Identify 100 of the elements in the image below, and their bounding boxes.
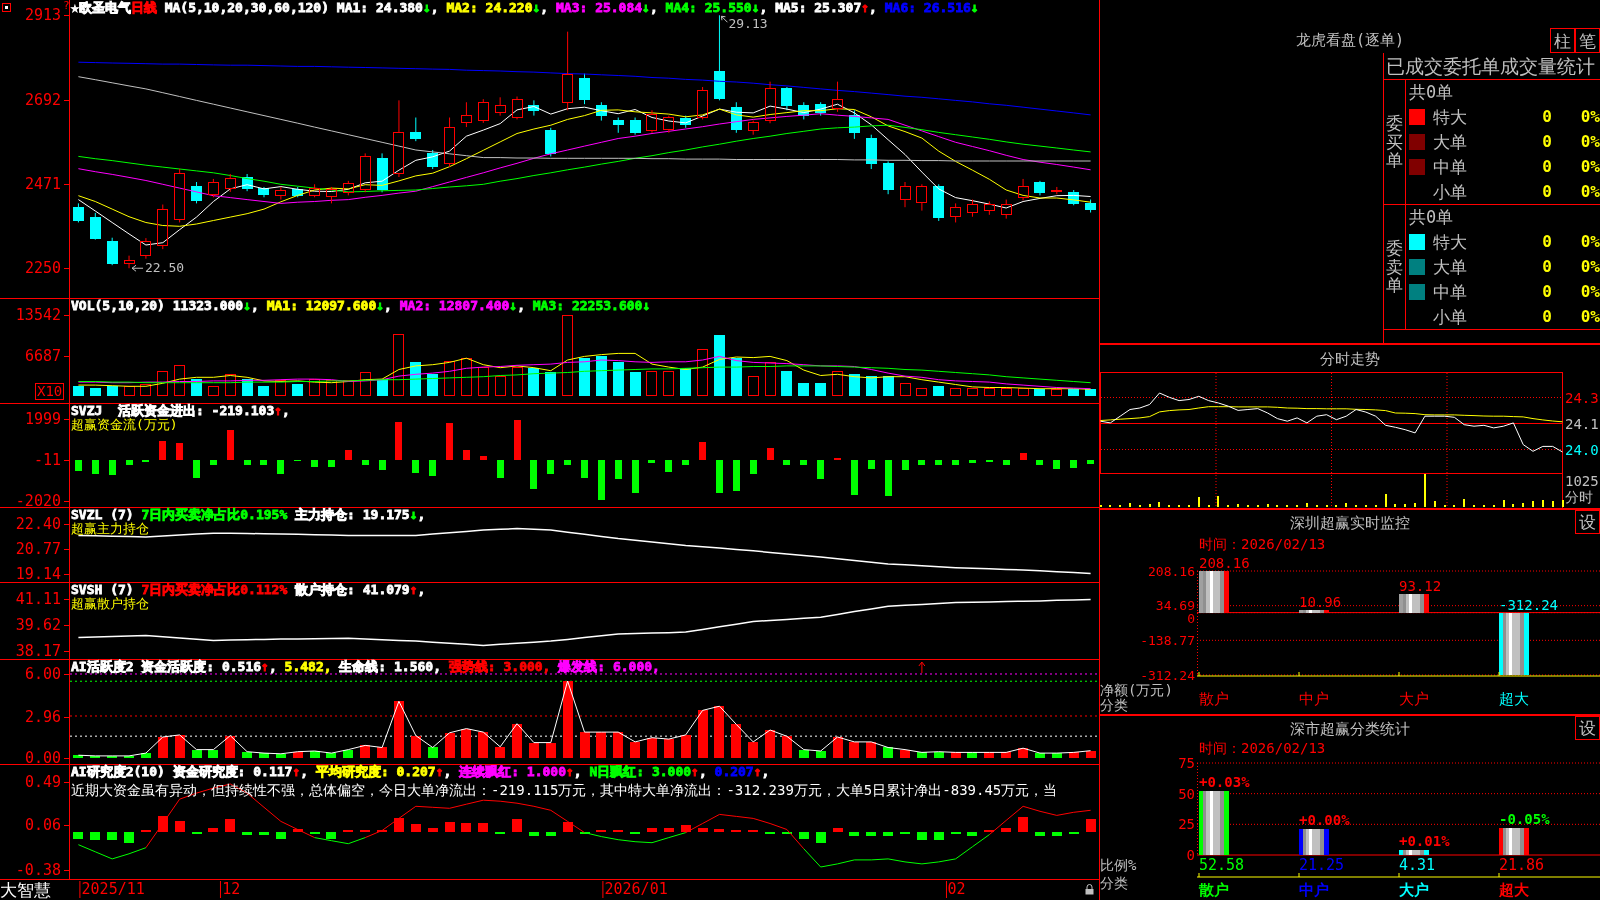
volume-caption: 分时: [1565, 489, 1593, 506]
axis-tick-label: 38.17: [15, 643, 61, 660]
axis-tick-label: 2692: [24, 91, 61, 108]
change-label: +0.03%: [1199, 773, 1250, 790]
order-share: 0%: [1580, 231, 1600, 252]
axis-tick-label: 34.69: [1155, 598, 1195, 614]
legend-item: 连续飘红: 1.000: [459, 765, 566, 779]
value-label: 93.12: [1399, 578, 1442, 594]
axis-tick-label: 2.96: [24, 708, 61, 725]
change-label: +0.00%: [1299, 811, 1350, 828]
legend-item: ↑: [261, 660, 269, 674]
value-label: 10.96: [1299, 594, 1342, 611]
axis-tick-label: 208.16: [1148, 563, 1195, 579]
chart-title: 分时走势: [1320, 349, 1380, 368]
legend-item: ,: [759, 1, 769, 15]
order-size-label: 特大: [1433, 106, 1467, 127]
legend-item: ↓: [642, 299, 651, 313]
axis-tick-label: 0: [1187, 611, 1195, 627]
axis-tick-label: 0.06: [24, 817, 61, 834]
axis-tick-label: -0.38: [15, 862, 61, 878]
order-share: 0%: [1580, 306, 1600, 327]
order-total: 共0单: [1409, 205, 1454, 229]
legend-item: ↓: [243, 299, 251, 313]
date-label: 12: [220, 881, 241, 898]
order-count: 0: [1542, 231, 1552, 252]
indicator-subtitle: 超赢资金流(万元): [71, 418, 178, 432]
order-count: 0: [1542, 181, 1552, 202]
axis-tick-label: 25: [1178, 816, 1195, 833]
axis-tick-label: 1999: [24, 411, 61, 427]
legend-item: ↓: [376, 299, 385, 313]
legend-item: MA4: 25.550: [665, 1, 752, 15]
legend-item: ,: [869, 1, 878, 15]
axis-tick-label: 6.00: [24, 666, 61, 682]
date-label: 2026/01: [602, 881, 668, 898]
order-size-label: 中单: [1433, 156, 1467, 177]
axis-tick-label: 2913: [24, 7, 61, 24]
legend-item: ↓: [642, 1, 650, 15]
legend-item: ,: [384, 299, 393, 313]
order-count: 0: [1542, 131, 1552, 152]
legend-item: ,: [430, 1, 440, 15]
legend-item: ↓: [422, 1, 431, 15]
order-size-label: 大单: [1433, 131, 1467, 152]
legend-item: ,: [282, 404, 290, 418]
legend-item: 日线: [130, 1, 157, 15]
axis-tick-label: 0.49: [24, 774, 61, 790]
order-count: 0: [1542, 156, 1552, 177]
category-label: 中户: [1299, 881, 1329, 899]
legend-item: 强势线: 3.000,: [447, 660, 551, 674]
legend-item: ↓: [970, 1, 979, 15]
axis-title: 比例%: [1100, 857, 1137, 873]
chart-title: 深圳超赢实时监控: [1290, 513, 1410, 532]
legend-item: ,: [761, 765, 770, 779]
order-share: 0%: [1580, 106, 1600, 127]
legend-item: MA2: 12807.400: [399, 299, 510, 313]
price-scale-label: 24.0: [1565, 442, 1599, 458]
axis-tick-label: 2250: [24, 260, 61, 277]
value-label: 4.31: [1399, 856, 1436, 874]
category-label: 超大: [1499, 881, 1529, 899]
indicator-subtitle: 超赢主力持仓: [71, 522, 149, 536]
legend-item: ↑: [409, 583, 418, 597]
order-share: 0%: [1580, 281, 1600, 302]
low-price-label: 22.50: [131, 260, 185, 276]
legend-item: AI活跃度2 资金活跃度: 0.516: [71, 660, 262, 674]
legend-item: MA3: 25.084: [556, 1, 643, 15]
timestamp-label: 时间：2026/02/13: [1199, 537, 1326, 551]
legend-item: VOL(5,10,20) 11323.000: [71, 299, 244, 313]
order-share: 0%: [1580, 131, 1600, 152]
order-count: 0: [1542, 106, 1552, 127]
price-scale-label: 24.1: [1565, 416, 1599, 432]
axis-tick-label: -2020: [15, 493, 61, 509]
legend-item: MA(5,10,20,30,60,120) MA1: 24.380: [163, 1, 423, 15]
legend-item: MA2: 24.220: [446, 1, 533, 15]
value-label: 208.16: [1199, 555, 1250, 571]
legend-item: SVSH (7): [71, 583, 135, 597]
value-label: 21.25: [1299, 856, 1345, 874]
legend-item: ,: [540, 1, 550, 15]
order-count: 0: [1542, 281, 1552, 302]
legend-item: 生命线: 1.560,: [338, 660, 441, 674]
axis-tick-label: 0: [1186, 847, 1195, 863]
axis-tick-label: 13542: [15, 306, 61, 323]
date-label: 02: [945, 881, 966, 898]
corner-mark: ?: [63, 0, 70, 12]
axis-title: 净额(万元): [1100, 682, 1173, 698]
value-label: -312.24: [1499, 596, 1558, 613]
legend-item: ↑: [753, 765, 762, 779]
order-size-label: 小单: [1433, 306, 1467, 327]
legend-item: SVZL (7): [71, 508, 135, 522]
axis-tick-label: 19.14: [15, 566, 61, 582]
legend-item: ,: [698, 765, 708, 779]
analysis-comment: 近期大资金虽有异动，但持续性不强，总体偏空，今日大单净流出：-219.115万元，其中特大单净流出：-312.239万元，大单5日累计净出-839.45万元，当: [71, 782, 1058, 798]
category-label: 散户: [1199, 881, 1229, 899]
legend-item: 7日内买卖净占比0.195%: [141, 508, 288, 522]
axis-tick-label: -11: [33, 452, 61, 468]
axis-tick-label: -312.24: [1140, 667, 1195, 683]
axis-tick-label: 6687: [24, 347, 61, 364]
table-heading: 已成交委托单成交量统计: [1386, 55, 1595, 77]
order-count: 0: [1542, 256, 1552, 277]
legend-item: ↓: [751, 1, 760, 15]
axis-tick-label: 75: [1178, 755, 1195, 771]
category-label: 超大: [1499, 690, 1529, 708]
